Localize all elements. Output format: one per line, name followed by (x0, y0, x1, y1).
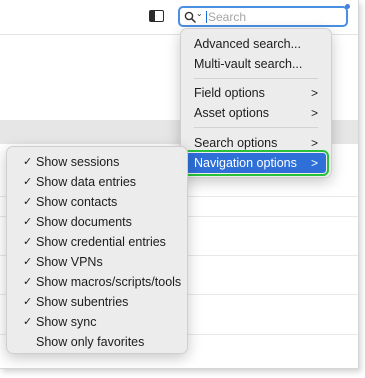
menu-separator (194, 78, 318, 79)
submenu-item-label: Show only favorites (36, 335, 145, 349)
menu-separator (194, 127, 318, 128)
submenu-item-show-contacts[interactable]: ✓ Show contacts (12, 192, 182, 212)
submenu-item-label: Show sync (36, 315, 97, 329)
chevron-right-icon: > (310, 136, 318, 150)
menu-item-navigation-options[interactable]: Navigation options > (183, 150, 329, 176)
submenu-item-show-sessions[interactable]: ✓ Show sessions (12, 152, 182, 172)
search-options-chevron-icon[interactable]: ⌄ (196, 9, 203, 18)
chevron-right-icon: > (310, 156, 318, 170)
search-icon (184, 11, 196, 23)
search-input[interactable]: ⌄ Search (178, 6, 348, 27)
submenu-item-show-documents[interactable]: ✓ Show documents (12, 212, 182, 232)
submenu-item-show-macros-scripts-tools[interactable]: ✓ Show macros/scripts/tools (12, 272, 182, 292)
checkmark-icon: ✓ (23, 276, 33, 288)
menu-item-label: Search options (194, 136, 278, 150)
checkmark-icon: ✓ (23, 216, 33, 228)
menu-item-multi-vault-search[interactable]: Multi-vault search... (186, 54, 326, 74)
text-caret (206, 11, 207, 23)
checkmark-icon: ✓ (23, 176, 33, 188)
menu-item-label: Advanced search... (194, 37, 302, 51)
chevron-right-icon: > (310, 106, 318, 120)
navigation-options-submenu: ✓ Show sessions ✓ Show data entries ✓ Sh… (6, 146, 188, 354)
submenu-item-show-data-entries[interactable]: ✓ Show data entries (12, 172, 182, 192)
menu-item-label: Multi-vault search... (194, 57, 303, 71)
menu-item-field-options[interactable]: Field options > (186, 83, 326, 103)
checkmark-icon: ✓ (23, 236, 33, 248)
submenu-item-label: Show credential entries (36, 235, 166, 249)
checkmark-icon: ✓ (23, 156, 33, 168)
checkmark-icon: ✓ (23, 196, 33, 208)
checkmark-icon: ✓ (23, 316, 33, 328)
submenu-item-show-vpns[interactable]: ✓ Show VPNs (12, 252, 182, 272)
submenu-item-label: Show macros/scripts/tools (36, 275, 182, 289)
submenu-item-show-credential-entries[interactable]: ✓ Show credential entries (12, 232, 182, 252)
submenu-item-label: Show contacts (36, 195, 118, 209)
chevron-right-icon: > (310, 86, 318, 100)
submenu-item-label: Show VPNs (36, 255, 103, 269)
menu-item-label: Field options (194, 86, 265, 100)
checkmark-icon: ✓ (23, 256, 33, 268)
checkmark-icon: ✓ (23, 296, 33, 308)
sidebar-toggle-icon[interactable] (149, 10, 164, 22)
sidebar-pane-shape (150, 11, 155, 21)
app-window: ⌄ Search Advanced search... Multi-vault … (0, 0, 359, 369)
menu-item-asset-options[interactable]: Asset options > (186, 103, 326, 123)
menu-item-label: Asset options (194, 106, 270, 120)
submenu-item-show-sync[interactable]: ✓ Show sync (12, 312, 182, 332)
search-placeholder: Search (208, 10, 247, 24)
focus-indicator-dot (345, 4, 350, 9)
submenu-item-label: Show subentries (36, 295, 129, 309)
submenu-item-show-only-favorites[interactable]: Show only favorites (12, 332, 182, 352)
submenu-item-label: Show documents (36, 215, 132, 229)
menu-item-search-options[interactable]: Search options > (186, 133, 326, 153)
search-options-menu: Advanced search... Multi-vault search...… (180, 28, 332, 178)
submenu-item-label: Show sessions (36, 155, 120, 169)
submenu-item-show-subentries[interactable]: ✓ Show subentries (12, 292, 182, 312)
menu-item-label: Navigation options (194, 156, 297, 170)
submenu-item-label: Show data entries (36, 175, 137, 189)
menu-item-advanced-search[interactable]: Advanced search... (186, 34, 326, 54)
